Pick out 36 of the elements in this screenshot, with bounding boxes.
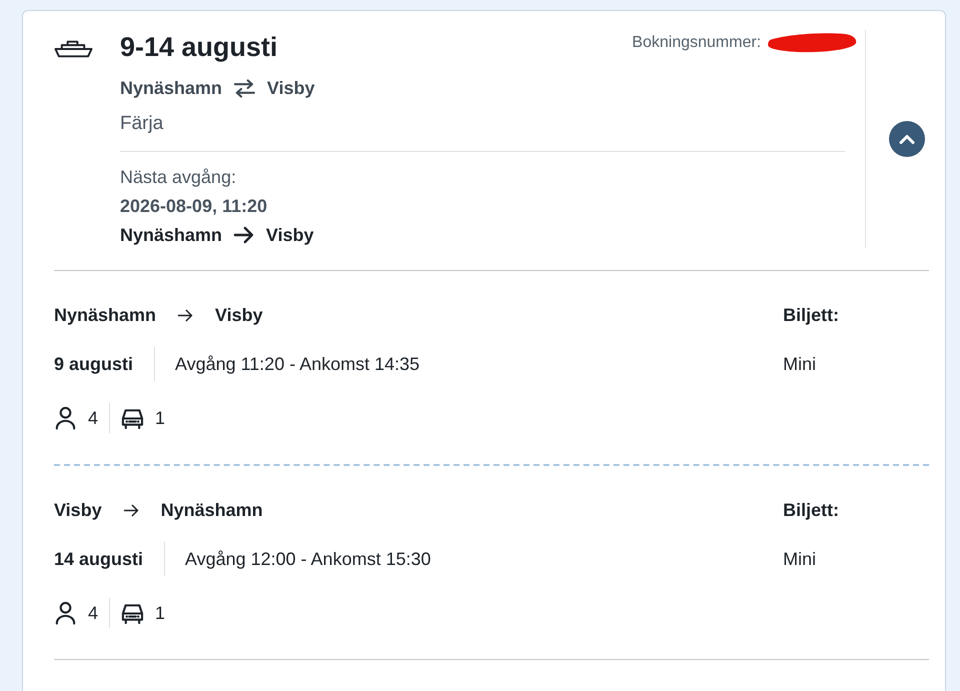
ticket-type: Mini bbox=[783, 353, 818, 376]
leg-destination: Visby bbox=[215, 304, 263, 327]
ship-icon bbox=[54, 40, 93, 58]
next-departure-label: Nästa avgång: bbox=[120, 166, 238, 189]
swap-arrows-icon bbox=[233, 78, 256, 98]
leg-origin: Visby bbox=[54, 499, 102, 522]
route-destination: Visby bbox=[267, 77, 315, 100]
booking-title: 9-14 augusti bbox=[120, 31, 278, 64]
vehicle-count: 1 bbox=[155, 407, 166, 430]
leg-origin: Nynäshamn bbox=[54, 304, 156, 327]
departure-destination: Visby bbox=[266, 224, 314, 247]
route-origin: Nynäshamn bbox=[120, 77, 222, 100]
vehicle-count: 1 bbox=[155, 602, 166, 625]
arrow-right-icon bbox=[177, 308, 194, 322]
arrow-right-icon bbox=[122, 504, 140, 516]
ticket-type: Mini bbox=[783, 548, 818, 571]
departure-origin: Nynäshamn bbox=[120, 224, 222, 247]
arrow-right-icon bbox=[233, 226, 256, 244]
person-icon bbox=[54, 406, 77, 430]
booking-number-label: Bokningsnummer: bbox=[632, 33, 761, 53]
ticket-label: Biljett: bbox=[783, 499, 840, 522]
collapse-button[interactable] bbox=[889, 121, 925, 157]
person-icon bbox=[54, 601, 77, 625]
leg-times: Avgång 12:00 - Ankomst 15:30 bbox=[185, 548, 431, 570]
leg-date: 9 augusti bbox=[54, 354, 134, 374]
passenger-count: 4 bbox=[88, 407, 98, 430]
car-icon bbox=[121, 408, 144, 428]
transport-mode: Färja bbox=[120, 112, 164, 136]
passenger-count: 4 bbox=[88, 602, 98, 625]
car-icon bbox=[121, 602, 144, 624]
leg-destination: Nynäshamn bbox=[160, 499, 263, 522]
ticket-label: Biljett: bbox=[783, 304, 840, 327]
chevron-up-icon bbox=[899, 134, 915, 144]
next-departure-time: 2026-08-09, 11:20 bbox=[120, 195, 268, 218]
leg-date: 14 augusti bbox=[54, 548, 144, 570]
leg-times: Avgång 11:20 - Ankomst 14:35 bbox=[175, 354, 420, 374]
